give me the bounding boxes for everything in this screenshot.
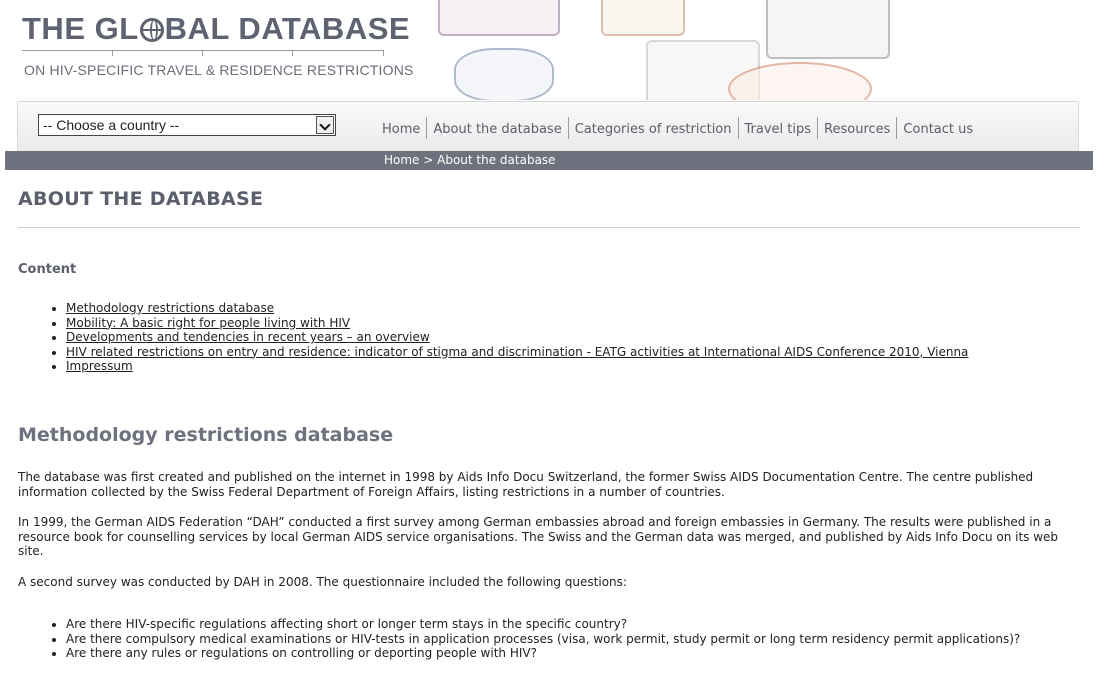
content-heading: Content: [18, 262, 77, 277]
toc-item: Methodology restrictions database: [66, 301, 968, 316]
question-list: Are there HIV-specific regulations affec…: [18, 617, 1066, 661]
page-title: ABOUT THE DATABASE: [18, 188, 264, 210]
breadcrumb-separator: >: [419, 153, 438, 167]
nav-resources[interactable]: Resources: [818, 122, 896, 137]
breadcrumb-home[interactable]: Home: [384, 153, 419, 167]
toc-link-impressum[interactable]: Impressum: [66, 359, 133, 373]
question-item: Are there HIV-specific regulations affec…: [66, 617, 1066, 632]
toc-link-methodology[interactable]: Methodology restrictions database: [66, 301, 274, 315]
nav-home[interactable]: Home: [376, 122, 426, 137]
toc-item: HIV related restrictions on entry and re…: [66, 345, 968, 360]
breadcrumb: Home > About the database: [384, 153, 556, 167]
nav-about-the-database[interactable]: About the database: [427, 122, 567, 137]
logo-title: THE GL BAL DATABASE: [22, 11, 411, 46]
paragraph-history: The database was first created and publi…: [18, 470, 1034, 499]
title-divider: [18, 227, 1080, 228]
breadcrumb-current: About the database: [437, 153, 556, 167]
site-header: THE GL BAL DATABASE ON HIV-SPECIFIC TRAVE…: [0, 0, 1096, 100]
toc-item: Impressum: [66, 359, 968, 374]
nav-travel-tips[interactable]: Travel tips: [739, 122, 818, 137]
section-title: Methodology restrictions database: [18, 424, 394, 446]
main-nav: Home About the database Categories of rest…: [376, 117, 979, 139]
question-item: Are there compulsory medical examination…: [66, 632, 1066, 647]
country-select-value: -- Choose a country --: [43, 117, 180, 133]
site-logo[interactable]: THE GL BAL DATABASE ON HIV-SPECIFIC TRAVE…: [22, 11, 413, 78]
logo-subtitle: ON HIV-SPECIFIC TRAVEL & RESIDENCE RESTR…: [24, 62, 414, 78]
globe-icon: [139, 18, 164, 42]
chevron-down-icon[interactable]: [316, 116, 334, 134]
table-of-contents: Methodology restrictions database Mobili…: [18, 301, 968, 374]
country-select[interactable]: -- Choose a country --: [38, 114, 336, 136]
nav-contact-us[interactable]: Contact us: [897, 122, 979, 137]
logo-divider: [22, 50, 384, 57]
paragraph-dah-survey: In 1999, the German AIDS Federation “DAH…: [18, 515, 1059, 558]
toc-link-mobility[interactable]: Mobility: A basic right for people livin…: [66, 316, 350, 330]
breadcrumb-bar: Home > About the database: [5, 151, 1093, 170]
question-item: Are there any rules or regulations on co…: [66, 646, 1066, 661]
passport-stamps-banner: [436, 0, 896, 100]
nav-categories-of-restriction[interactable]: Categories of restriction: [569, 122, 738, 137]
toc-item: Developments and tendencies in recent ye…: [66, 330, 968, 345]
navigation-bar: -- Choose a country -- Home About the dat…: [17, 101, 1079, 151]
toc-item: Mobility: A basic right for people livin…: [66, 316, 968, 331]
paragraph-second-survey: A second survey was conducted by DAH in …: [18, 575, 627, 589]
toc-link-developments[interactable]: Developments and tendencies in recent ye…: [66, 330, 430, 344]
toc-link-eatg-activities[interactable]: HIV related restrictions on entry and re…: [66, 345, 968, 359]
